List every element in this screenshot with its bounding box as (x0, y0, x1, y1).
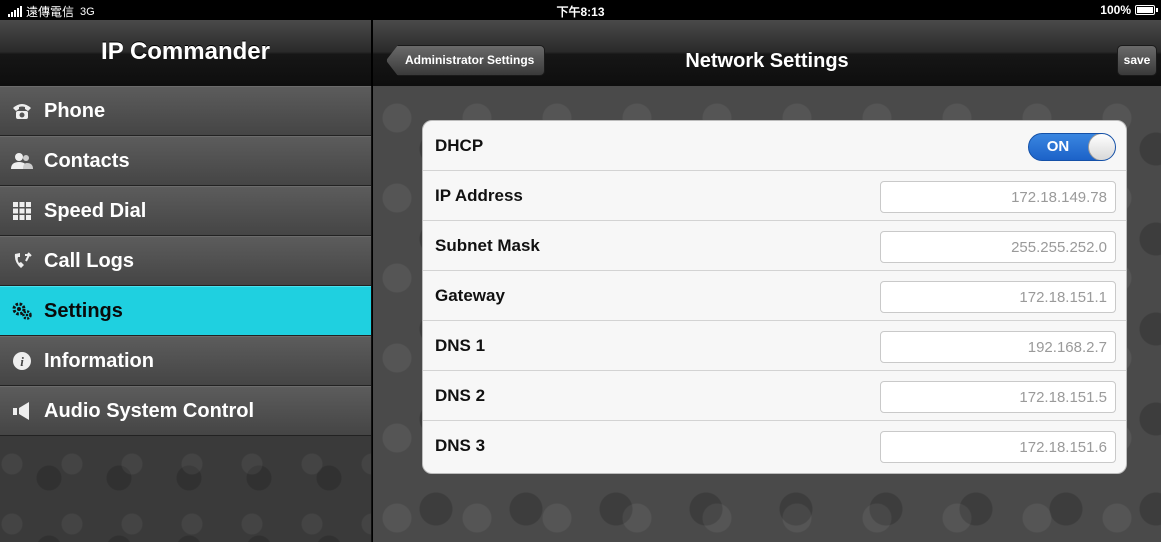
dns2-field[interactable] (880, 381, 1116, 413)
sidebar-item-settings[interactable]: Settings (0, 286, 371, 336)
sidebar-item-label: Contacts (44, 149, 130, 172)
sidebar-item-label: Speed Dial (44, 199, 147, 222)
ip-address-label: IP Address (435, 185, 523, 205)
battery-icon (1135, 5, 1158, 15)
dhcp-row: DHCP ON (423, 121, 1126, 171)
status-bar: 遠傳電信 3G 下午8:13 100% (0, 0, 1161, 20)
sidebar: Phone Contacts Speed Dial Call Logs Sett… (0, 86, 372, 542)
battery-percent: 100% (1100, 3, 1131, 17)
sidebar-item-audio-system-control[interactable]: Audio System Control (0, 386, 371, 436)
telephone-icon (0, 102, 44, 120)
dns3-label: DNS 3 (435, 436, 486, 455)
network-settings-panel: DHCP ON IP Address Subnet Mask Gateway D… (422, 120, 1127, 474)
call-log-icon (0, 252, 44, 270)
sidebar-item-label: Call Logs (44, 249, 135, 272)
gateway-label: Gateway (435, 285, 505, 305)
page-title: Network Settings (685, 50, 849, 72)
dns2-label: DNS 2 (435, 385, 486, 405)
info-icon: i (0, 352, 44, 370)
sidebar-item-label: Phone (44, 99, 106, 122)
dns3-field[interactable] (880, 431, 1116, 463)
dns1-label: DNS 1 (435, 335, 486, 355)
dhcp-toggle[interactable]: ON (1028, 133, 1116, 161)
master-header: IP Commander (0, 20, 372, 86)
subnet-mask-field[interactable] (880, 231, 1116, 263)
sidebar-item-contacts[interactable]: Contacts (0, 136, 371, 186)
dhcp-label: DHCP (435, 135, 484, 155)
dns1-field[interactable] (880, 331, 1116, 363)
content-area: DHCP ON IP Address Subnet Mask Gateway D… (373, 86, 1161, 542)
app-title: IP Commander (101, 38, 270, 65)
sidebar-item-information[interactable]: i Information (0, 336, 371, 386)
gateway-field[interactable] (880, 281, 1116, 313)
sidebar-item-label: Information (44, 349, 154, 372)
dns2-row: DNS 2 (423, 371, 1126, 421)
status-time: 下午8:13 (556, 5, 605, 19)
ip-address-field[interactable] (880, 181, 1116, 213)
subnet-mask-row: Subnet Mask (423, 221, 1126, 271)
gears-icon (0, 302, 44, 320)
svg-text:i: i (20, 354, 24, 369)
sidebar-item-call-logs[interactable]: Call Logs (0, 236, 371, 286)
sidebar-item-label: Settings (44, 299, 123, 322)
gateway-row: Gateway (423, 271, 1126, 321)
toggle-knob (1088, 134, 1115, 160)
dns3-row: DNS 3 (423, 421, 1126, 471)
toggle-state: ON (1046, 138, 1070, 155)
subnet-mask-label: Subnet Mask (435, 235, 540, 255)
dns1-row: DNS 1 (423, 321, 1126, 371)
sidebar-item-phone[interactable]: Phone (0, 86, 371, 136)
sidebar-item-label: Audio System Control (44, 399, 255, 422)
detail-navigation-bar: Administrator Settings Network Settings … (373, 20, 1161, 86)
speaker-icon (0, 402, 44, 420)
keypad-icon (0, 202, 44, 220)
ip-address-row: IP Address (423, 171, 1126, 221)
status-right: 100% (1100, 3, 1158, 17)
save-button[interactable]: save (1117, 45, 1157, 76)
sidebar-item-speed-dial[interactable]: Speed Dial (0, 186, 371, 236)
people-icon (0, 152, 44, 170)
